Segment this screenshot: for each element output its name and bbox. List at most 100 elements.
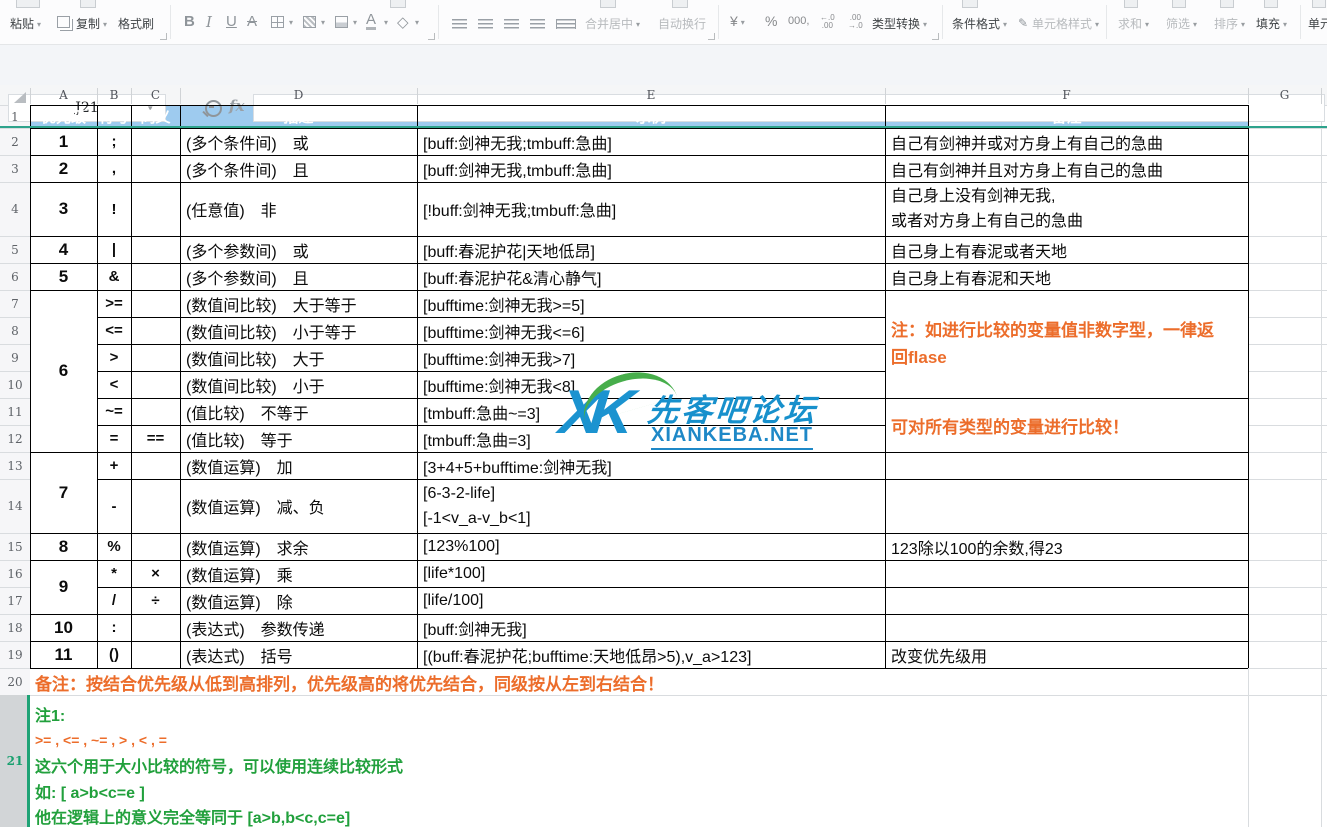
eraser-icon[interactable]: ◇ [397, 13, 409, 31]
italic-button[interactable]: I [206, 13, 212, 31]
cell-E19[interactable]: [(buff:春泥护花;bufftime:天地低昂>5),v_a>123] [417, 641, 885, 668]
cell-B6[interactable]: & [97, 263, 131, 290]
align-middle-icon[interactable] [478, 19, 493, 29]
row-header-7[interactable]: 7 [0, 290, 30, 317]
fill-color-icon[interactable] [335, 16, 348, 28]
cell-A5[interactable]: 4 [30, 236, 97, 263]
align-top-icon[interactable] [452, 19, 467, 29]
cell-D11[interactable]: (值比较) 不等于 [180, 398, 417, 425]
percent-button[interactable]: % [765, 13, 777, 29]
borders-dropdown[interactable] [286, 15, 293, 29]
decrease-decimal-button[interactable]: .00 →.0 [848, 14, 863, 30]
currency-button[interactable]: ¥ [730, 13, 745, 29]
cell-shading-icon[interactable] [303, 16, 316, 28]
note-row20[interactable]: 备注：按结合优先级从低到高排列，优先级高的将优先结合，同级按从左到右结合！ [35, 669, 664, 695]
row-header-1[interactable]: 1 [0, 105, 30, 128]
note-row21-line2[interactable]: >= , <= , ~= , > , < , = [35, 727, 167, 753]
cell-C17[interactable]: ÷ [131, 587, 180, 614]
strikethrough-button[interactable]: A [247, 13, 257, 30]
cell-F19[interactable]: 改变优先级用 [885, 641, 1248, 668]
select-all-corner[interactable] [14, 92, 26, 103]
cell-E3[interactable]: [buff:剑神无我,tmbuff:急曲] [417, 155, 885, 182]
cell-E1[interactable]: 示例 [417, 105, 885, 128]
cell-A6[interactable]: 5 [30, 263, 97, 290]
conditional-format-button[interactable]: 条件格式 [952, 15, 1007, 32]
cell-B18[interactable]: : [97, 614, 131, 641]
dialog-launcher[interactable] [932, 33, 939, 40]
row-header-3[interactable]: 3 [0, 155, 30, 182]
cell-C16[interactable]: × [131, 560, 180, 587]
row-header-6[interactable]: 6 [0, 263, 30, 290]
note-row21-line1[interactable]: 注1: [35, 701, 65, 727]
increase-decimal-button[interactable]: ←.0 .00 [820, 14, 835, 30]
align-right-icon[interactable] [530, 19, 545, 29]
row-header-9[interactable]: 9 [0, 344, 30, 371]
cell-E4[interactable]: [!buff:剑神无我;tmbuff:急曲] [417, 182, 885, 236]
cell-B3[interactable]: , [97, 155, 131, 182]
cell-B5[interactable]: | [97, 236, 131, 263]
cell-E6[interactable]: [buff:春泥护花&清心静气] [417, 263, 885, 290]
cell-D8[interactable]: (数值间比较) 小于等于 [180, 317, 417, 344]
cell-D9[interactable]: (数值间比较) 大于 [180, 344, 417, 371]
cell-A7-merged[interactable]: 6 [30, 290, 97, 452]
cell-F11-merged[interactable]: 可对所有类型的变量进行比较！ [885, 398, 1248, 452]
cell-A4[interactable]: 3 [30, 182, 97, 236]
note-row21-line4[interactable]: 如: [ a>b<c=e ] [35, 778, 145, 804]
row-header-21[interactable]: 21 [0, 695, 30, 827]
cell-A15[interactable]: 8 [30, 533, 97, 560]
cell-B2[interactable]: ; [97, 128, 131, 155]
row-header-15[interactable]: 15 [0, 533, 30, 560]
row-header-13[interactable]: 13 [0, 452, 30, 479]
cell-F5[interactable]: 自己身上有春泥或者天地 [885, 236, 1248, 263]
cell-B11[interactable]: ~= [97, 398, 131, 425]
cell-D2[interactable]: (多个条件间) 或 [180, 128, 417, 155]
cell-F4[interactable]: 自己身上没有剑神无我, 或者对方身上有自己的急曲 [885, 182, 1248, 236]
font-color-dropdown[interactable] [381, 15, 388, 29]
wrap-text-button[interactable]: 自动换行 [658, 15, 706, 32]
cell-E13[interactable]: [3+4+5+bufftime:剑神无我] [417, 452, 885, 479]
col-header-E[interactable]: E [417, 86, 885, 104]
cell-B4[interactable]: ! [97, 182, 131, 236]
cell-E18[interactable]: [buff:剑神无我] [417, 614, 885, 641]
cells-button[interactable]: 单元 [1308, 15, 1327, 32]
cell-E9[interactable]: [bufftime:剑神无我>7] [417, 344, 885, 371]
cell-F7-merged[interactable]: 注：如进行比较的变量值非数字型，一律返回flase [885, 290, 1248, 398]
row-header-4[interactable]: 4 [0, 182, 30, 236]
row-header-8[interactable]: 8 [0, 317, 30, 344]
row-header-2[interactable]: 2 [0, 128, 30, 155]
cell-B19[interactable]: () [97, 641, 131, 668]
thousands-button[interactable]: 000, [788, 15, 809, 27]
indent-icon[interactable] [556, 19, 576, 29]
format-painter-button[interactable]: 格式刷 [118, 15, 154, 32]
merge-center-button[interactable]: 合并居中 [585, 15, 640, 32]
cell-B16[interactable]: * [97, 560, 131, 587]
borders-icon[interactable] [271, 16, 284, 28]
cell-D14[interactable]: (数值运算) 减、负 [180, 479, 417, 533]
type-convert-button[interactable]: 类型转换 [872, 15, 927, 32]
cell-B1[interactable]: 符号 [97, 105, 131, 128]
cell-D4[interactable]: (任意值) 非 [180, 182, 417, 236]
bold-button[interactable]: B [184, 13, 195, 30]
cell-B7[interactable]: >= [97, 290, 131, 317]
cell-E16[interactable]: [life*100] [417, 560, 885, 587]
cell-B8[interactable]: <= [97, 317, 131, 344]
cell-D16[interactable]: (数值运算) 乘 [180, 560, 417, 587]
cell-E7[interactable]: [bufftime:剑神无我>=5] [417, 290, 885, 317]
cell-D19[interactable]: (表达式) 括号 [180, 641, 417, 668]
cell-B9[interactable]: > [97, 344, 131, 371]
cell-A18[interactable]: 10 [30, 614, 97, 641]
row-header-18[interactable]: 18 [0, 614, 30, 641]
cell-C12[interactable]: == [131, 425, 180, 452]
row-header-10[interactable]: 10 [0, 371, 30, 398]
col-header-C[interactable]: C [131, 86, 180, 104]
cell-A13-merged[interactable]: 7 [30, 452, 97, 533]
cell-B17[interactable]: / [97, 587, 131, 614]
cell-A3[interactable]: 2 [30, 155, 97, 182]
cell-D13[interactable]: (数值运算) 加 [180, 452, 417, 479]
row-header-20[interactable]: 20 [0, 668, 30, 695]
cell-F2[interactable]: 自己有剑神并或对方身上有自己的急曲 [885, 128, 1248, 155]
sum-button[interactable]: 求和 [1118, 15, 1149, 32]
sort-button[interactable]: 排序 [1214, 15, 1245, 32]
row-header-5[interactable]: 5 [0, 236, 30, 263]
cell-E15[interactable]: [123%100] [417, 533, 885, 560]
